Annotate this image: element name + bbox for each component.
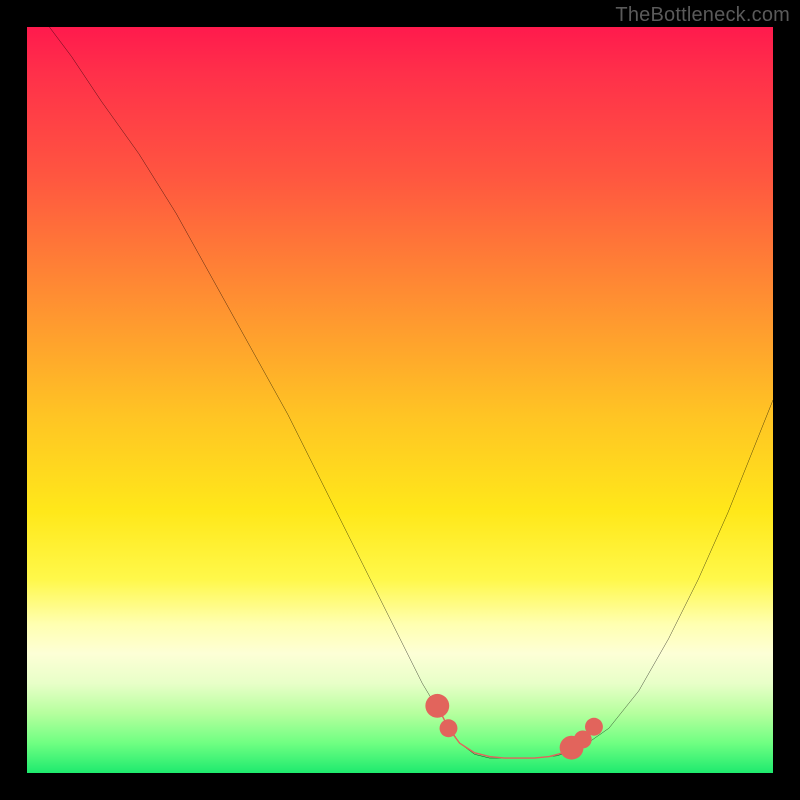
attribution-text: TheBottleneck.com [615,4,790,27]
curve-optimum-band [437,706,594,758]
marker-dot [585,718,603,736]
marker-dot [574,730,592,748]
curve-main [49,27,773,758]
chart-svg [27,27,773,773]
chart-plot-area [27,27,773,773]
markers [425,694,603,760]
marker-dot [440,719,458,737]
marker-dot [425,694,449,718]
chart-frame: TheBottleneck.com [0,0,800,800]
marker-dot [560,736,584,760]
